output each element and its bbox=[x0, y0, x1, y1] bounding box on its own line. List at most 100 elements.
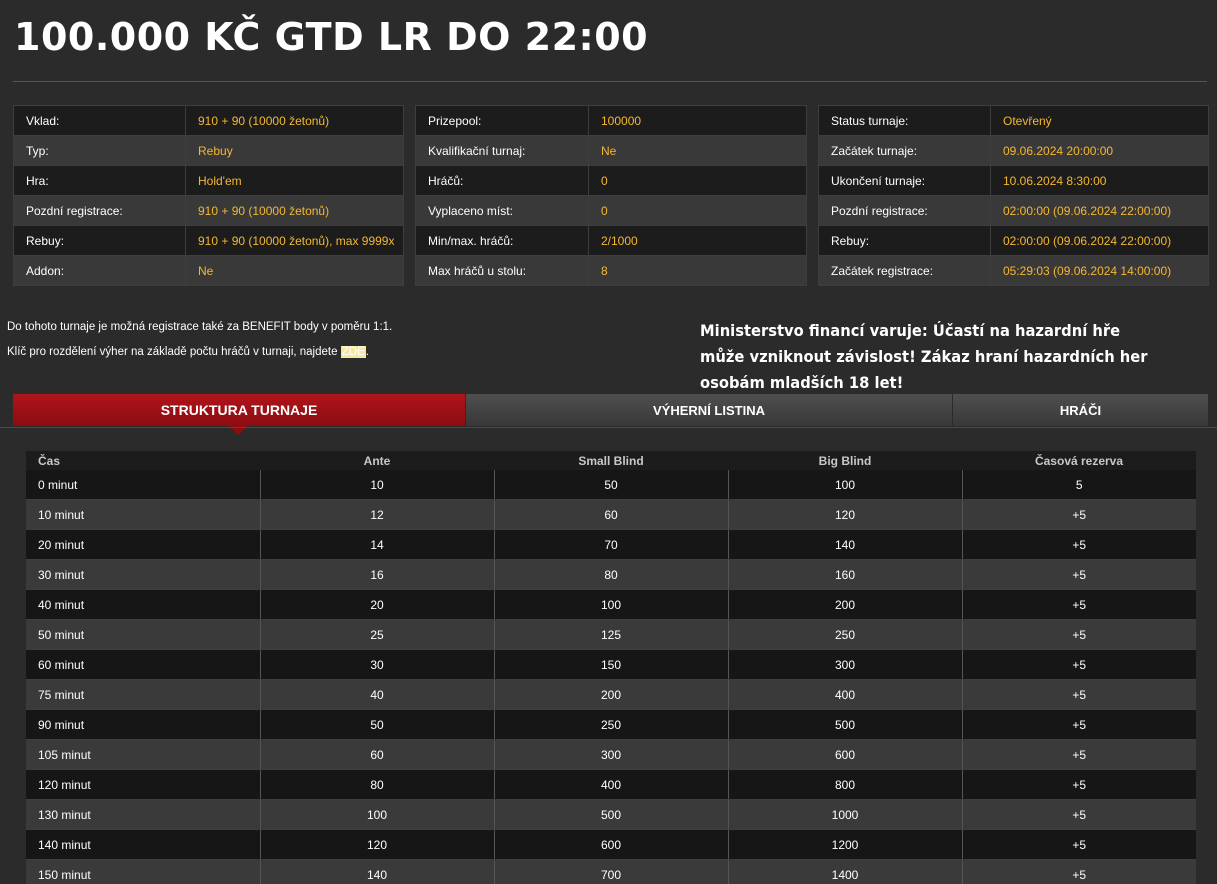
level-time: 10 minut bbox=[26, 499, 261, 530]
table-row: 150 minut 140 700 1400 +5 bbox=[26, 859, 1196, 884]
level-time: 20 minut bbox=[26, 529, 261, 560]
level-small-blind: 400 bbox=[494, 769, 729, 800]
info-row: Začátek registrace: 05:29:03 (09.06.2024… bbox=[818, 255, 1209, 286]
info-value: 910 + 90 (10000 žetonů) bbox=[185, 195, 404, 226]
level-time-bank: +5 bbox=[962, 559, 1196, 590]
level-ante: 40 bbox=[260, 679, 495, 710]
benefit-note: Do tohoto turnaje je možná registrace ta… bbox=[7, 321, 393, 333]
payout-key-text: Klíč pro rozdělení výher na základě počt… bbox=[7, 346, 341, 358]
info-label: Max hráčů u stolu: bbox=[415, 255, 589, 286]
table-row: 60 minut 30 150 300 +5 bbox=[26, 649, 1196, 680]
level-time-bank: +5 bbox=[962, 589, 1196, 620]
info-value: 10.06.2024 8:30:00 bbox=[990, 165, 1209, 196]
info-label: Pozdní registrace: bbox=[818, 195, 991, 226]
level-time-bank: +5 bbox=[962, 649, 1196, 680]
level-ante: 30 bbox=[260, 649, 495, 680]
tab-players[interactable]: HRÁČI bbox=[952, 394, 1208, 426]
level-time-bank: +5 bbox=[962, 679, 1196, 710]
info-value: 100000 bbox=[588, 105, 807, 136]
info-label: Typ: bbox=[13, 135, 186, 166]
level-ante: 100 bbox=[260, 799, 495, 830]
level-time: 105 minut bbox=[26, 739, 261, 770]
gambling-warning: Ministerstvo financí varuje: Účastí na h… bbox=[700, 321, 1148, 392]
info-label: Rebuy: bbox=[13, 225, 186, 256]
payout-key-suffix: . bbox=[365, 346, 369, 358]
info-value: 910 + 90 (10000 žetonů) bbox=[185, 105, 404, 136]
level-small-blind: 100 bbox=[494, 589, 729, 620]
level-big-blind: 300 bbox=[728, 649, 963, 680]
payout-key-link[interactable]: ZDE bbox=[340, 346, 366, 358]
info-table-stakes: Vklad: 910 + 90 (10000 žetonů) Typ: Rebu… bbox=[13, 105, 404, 286]
level-time: 75 minut bbox=[26, 679, 261, 710]
info-value: 2/1000 bbox=[588, 225, 807, 256]
structure-table: Čas Ante Small Blind Big Blind Časová re… bbox=[26, 451, 1196, 884]
level-small-blind: 200 bbox=[494, 679, 729, 710]
tab-structure[interactable]: STRUKTURA TURNAJE bbox=[13, 394, 465, 426]
info-row: Kvalifikační turnaj: Ne bbox=[415, 135, 807, 166]
info-value: 0 bbox=[588, 195, 807, 226]
info-row: Typ: Rebuy bbox=[13, 135, 404, 166]
title-divider bbox=[13, 81, 1207, 82]
level-small-blind: 500 bbox=[494, 799, 729, 830]
info-row: Rebuy: 02:00:00 (09.06.2024 22:00:00) bbox=[818, 225, 1209, 256]
info-value: Hold'em bbox=[185, 165, 404, 196]
info-value: 0 bbox=[588, 165, 807, 196]
structure-header-row: Čas Ante Small Blind Big Blind Časová re… bbox=[26, 451, 1196, 470]
info-value: 910 + 90 (10000 žetonů), max 9999x bbox=[185, 225, 404, 256]
column-header-time: Čas bbox=[26, 451, 260, 470]
level-time-bank: +5 bbox=[962, 859, 1196, 884]
level-time: 40 minut bbox=[26, 589, 261, 620]
info-label: Kvalifikační turnaj: bbox=[415, 135, 589, 166]
info-label: Rebuy: bbox=[818, 225, 991, 256]
info-value: Ne bbox=[185, 255, 404, 286]
level-big-blind: 1000 bbox=[728, 799, 963, 830]
info-label: Addon: bbox=[13, 255, 186, 286]
info-value: Ne bbox=[588, 135, 807, 166]
table-row: 105 minut 60 300 600 +5 bbox=[26, 739, 1196, 770]
table-row: 130 minut 100 500 1000 +5 bbox=[26, 799, 1196, 830]
info-value: 02:00:00 (09.06.2024 22:00:00) bbox=[990, 195, 1209, 226]
table-row: 140 minut 120 600 1200 +5 bbox=[26, 829, 1196, 860]
level-ante: 14 bbox=[260, 529, 495, 560]
level-ante: 120 bbox=[260, 829, 495, 860]
level-big-blind: 400 bbox=[728, 679, 963, 710]
info-row: Ukončení turnaje: 10.06.2024 8:30:00 bbox=[818, 165, 1209, 196]
info-row: Vyplaceno míst: 0 bbox=[415, 195, 807, 226]
level-small-blind: 70 bbox=[494, 529, 729, 560]
level-small-blind: 600 bbox=[494, 829, 729, 860]
column-header-big-blind: Big Blind bbox=[728, 451, 962, 470]
level-time: 30 minut bbox=[26, 559, 261, 590]
info-row: Addon: Ne bbox=[13, 255, 404, 286]
info-value: 02:00:00 (09.06.2024 22:00:00) bbox=[990, 225, 1209, 256]
level-small-blind: 150 bbox=[494, 649, 729, 680]
level-ante: 140 bbox=[260, 859, 495, 884]
info-row: Hra: Hold'em bbox=[13, 165, 404, 196]
info-row: Min/max. hráčů: 2/1000 bbox=[415, 225, 807, 256]
level-time: 140 minut bbox=[26, 829, 261, 860]
level-ante: 10 bbox=[260, 470, 495, 500]
level-time-bank: +5 bbox=[962, 619, 1196, 650]
level-small-blind: 700 bbox=[494, 859, 729, 884]
table-row: 10 minut 12 60 120 +5 bbox=[26, 499, 1196, 530]
info-value: 05:29:03 (09.06.2024 14:00:00) bbox=[990, 255, 1209, 286]
level-small-blind: 50 bbox=[494, 470, 729, 500]
level-big-blind: 600 bbox=[728, 739, 963, 770]
level-small-blind: 80 bbox=[494, 559, 729, 590]
level-ante: 80 bbox=[260, 769, 495, 800]
table-row: 120 minut 80 400 800 +5 bbox=[26, 769, 1196, 800]
info-label: Začátek registrace: bbox=[818, 255, 991, 286]
table-row: 40 minut 20 100 200 +5 bbox=[26, 589, 1196, 620]
tab-prize-list[interactable]: VÝHERNÍ LISTINA bbox=[465, 394, 952, 426]
info-label: Začátek turnaje: bbox=[818, 135, 991, 166]
info-value: Rebuy bbox=[185, 135, 404, 166]
info-label: Pozdní registrace: bbox=[13, 195, 186, 226]
tournament-page: 100.000 KČ GTD LR DO 22:00 Vklad: 910 + … bbox=[0, 0, 1217, 884]
level-time: 0 minut bbox=[26, 470, 261, 500]
info-label: Min/max. hráčů: bbox=[415, 225, 589, 256]
level-ante: 16 bbox=[260, 559, 495, 590]
info-label: Vyplaceno míst: bbox=[415, 195, 589, 226]
info-table-prizepool: Prizepool: 100000 Kvalifikační turnaj: N… bbox=[415, 105, 807, 286]
structure-body: 0 minut 10 50 100 5 10 minut 12 60 120 +5 20 minut… bbox=[26, 470, 1196, 884]
level-time: 120 minut bbox=[26, 769, 261, 800]
level-time: 150 minut bbox=[26, 859, 261, 884]
